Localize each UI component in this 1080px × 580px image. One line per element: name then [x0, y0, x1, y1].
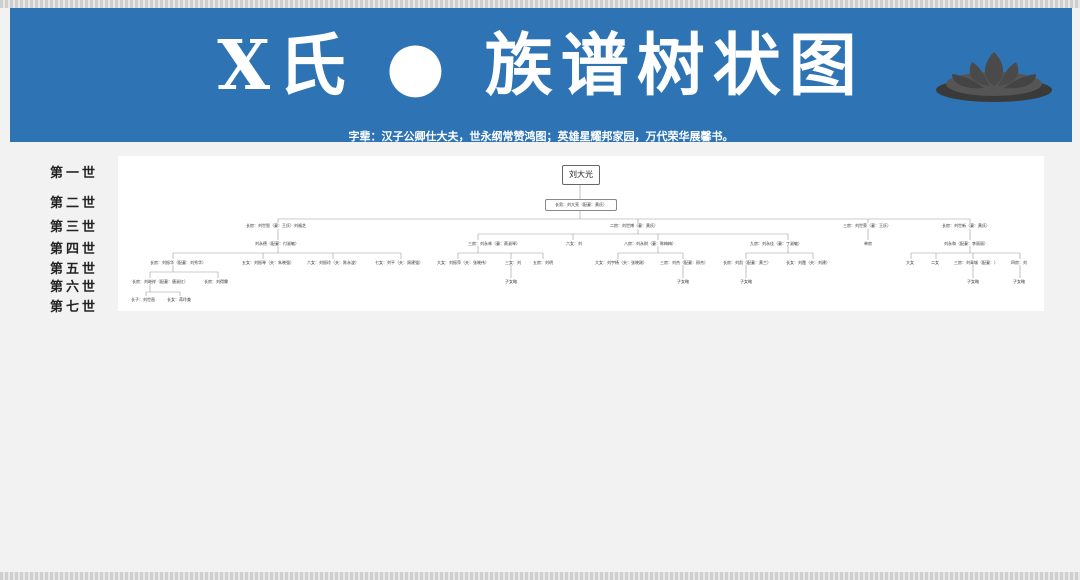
generation-label: 第二世	[50, 196, 99, 211]
gen2-node: 长男：刘大亮（配妻：黄氏）	[545, 199, 617, 211]
tree-node: 单房	[864, 241, 872, 246]
generation-label: 第四世	[50, 242, 99, 257]
tree-node: 大女：刘振萍（夫：张晓伟）	[437, 260, 489, 265]
header-banner: X氏 ● 族谱树状图 字辈：汉子公卿仕大夫，世永纲常赞鸿图；英雄星耀邦家园，万代…	[10, 8, 1072, 143]
tree-node: 三房：刘青城（配妻：）	[954, 260, 998, 265]
tree-node: 七女：刘平（夫：周建强）	[375, 260, 423, 265]
generation-label: 第一世	[50, 166, 99, 181]
tree-node: 刘永德（配妻：付淑敏）	[255, 241, 299, 246]
tree-node: 长房：刘得霖	[204, 279, 228, 284]
genealogy-motto: 字辈：汉子公卿仕大夫，世永纲常赞鸿图；英雄星耀邦家园，万代荣华展馨书。	[348, 130, 734, 143]
tree-node: 长子：刘世昌	[131, 297, 155, 302]
tree-node: 刘永和（配妻：李丽丽）	[944, 241, 988, 246]
tree-node: 子女略	[740, 279, 752, 284]
tree-node: 三房：刘杰（配妻：邢杰）	[660, 260, 708, 265]
tree-node: 六女：刘	[566, 241, 582, 246]
tree-node: 子女略	[1013, 279, 1025, 284]
tree-node: 二女	[931, 260, 939, 265]
tree-node: 长房：刘世新（妻：黄氏）	[942, 223, 990, 228]
tree-node: 三女：刘	[505, 260, 521, 265]
generation-label: 第五世	[50, 262, 99, 277]
page-title: X氏 ● 族谱树状图	[217, 26, 865, 106]
tree-node: 九房：刘永佳（妻：丁淑敏）	[750, 241, 802, 246]
tree-node: 长房：刘振华（配妻：刘秀华）	[150, 260, 206, 265]
tree-node: 子女略	[505, 279, 517, 284]
tree-node: 长女：刘霞（夫：刘建）	[786, 260, 830, 265]
tree-node: 三房：刘永林（妻：蔡淑琴）	[468, 241, 520, 246]
tree-node: 四房：刘	[1011, 260, 1027, 265]
tree-node: 大女：刘宇杨（夫：张晓刚）	[595, 260, 647, 265]
top-border	[0, 0, 1080, 8]
root-ancestor-node: 刘大光	[562, 165, 600, 185]
bottom-border	[0, 572, 1080, 580]
tree-node: 二房：刘世博（妻：黄氏）	[610, 223, 658, 228]
tree-node: 五女：刘振琴（夫：朱晓强）	[242, 260, 294, 265]
tree-node: 六女：刘振玲（夫：陈永波）	[307, 260, 359, 265]
tree-node: 三房：刘世荣（妻：王氏）	[843, 223, 891, 228]
tree-node: 子女略	[967, 279, 979, 284]
tree-node: 五房：刘明	[533, 260, 553, 265]
tree-node: 长房：刘凯（配妻：黄兰）	[723, 260, 771, 265]
tree-node: 八房：刘永财（妻：陈梅梅）	[624, 241, 676, 246]
tree-node: 长房：刘世智（妻：王氏）刘福芝	[246, 223, 306, 228]
tree-node: 长房：刘继祥（配妻：唐淑红）	[132, 279, 188, 284]
tree-node: 子女略	[677, 279, 689, 284]
tree-node: 长女：蒋玲美	[167, 297, 191, 302]
generation-label: 第六世	[50, 280, 99, 295]
generation-label: 第三世	[50, 220, 99, 235]
lotus-icon	[936, 52, 1052, 102]
tree-node: 大女	[906, 260, 914, 265]
generation-label: 第七世	[50, 300, 99, 315]
